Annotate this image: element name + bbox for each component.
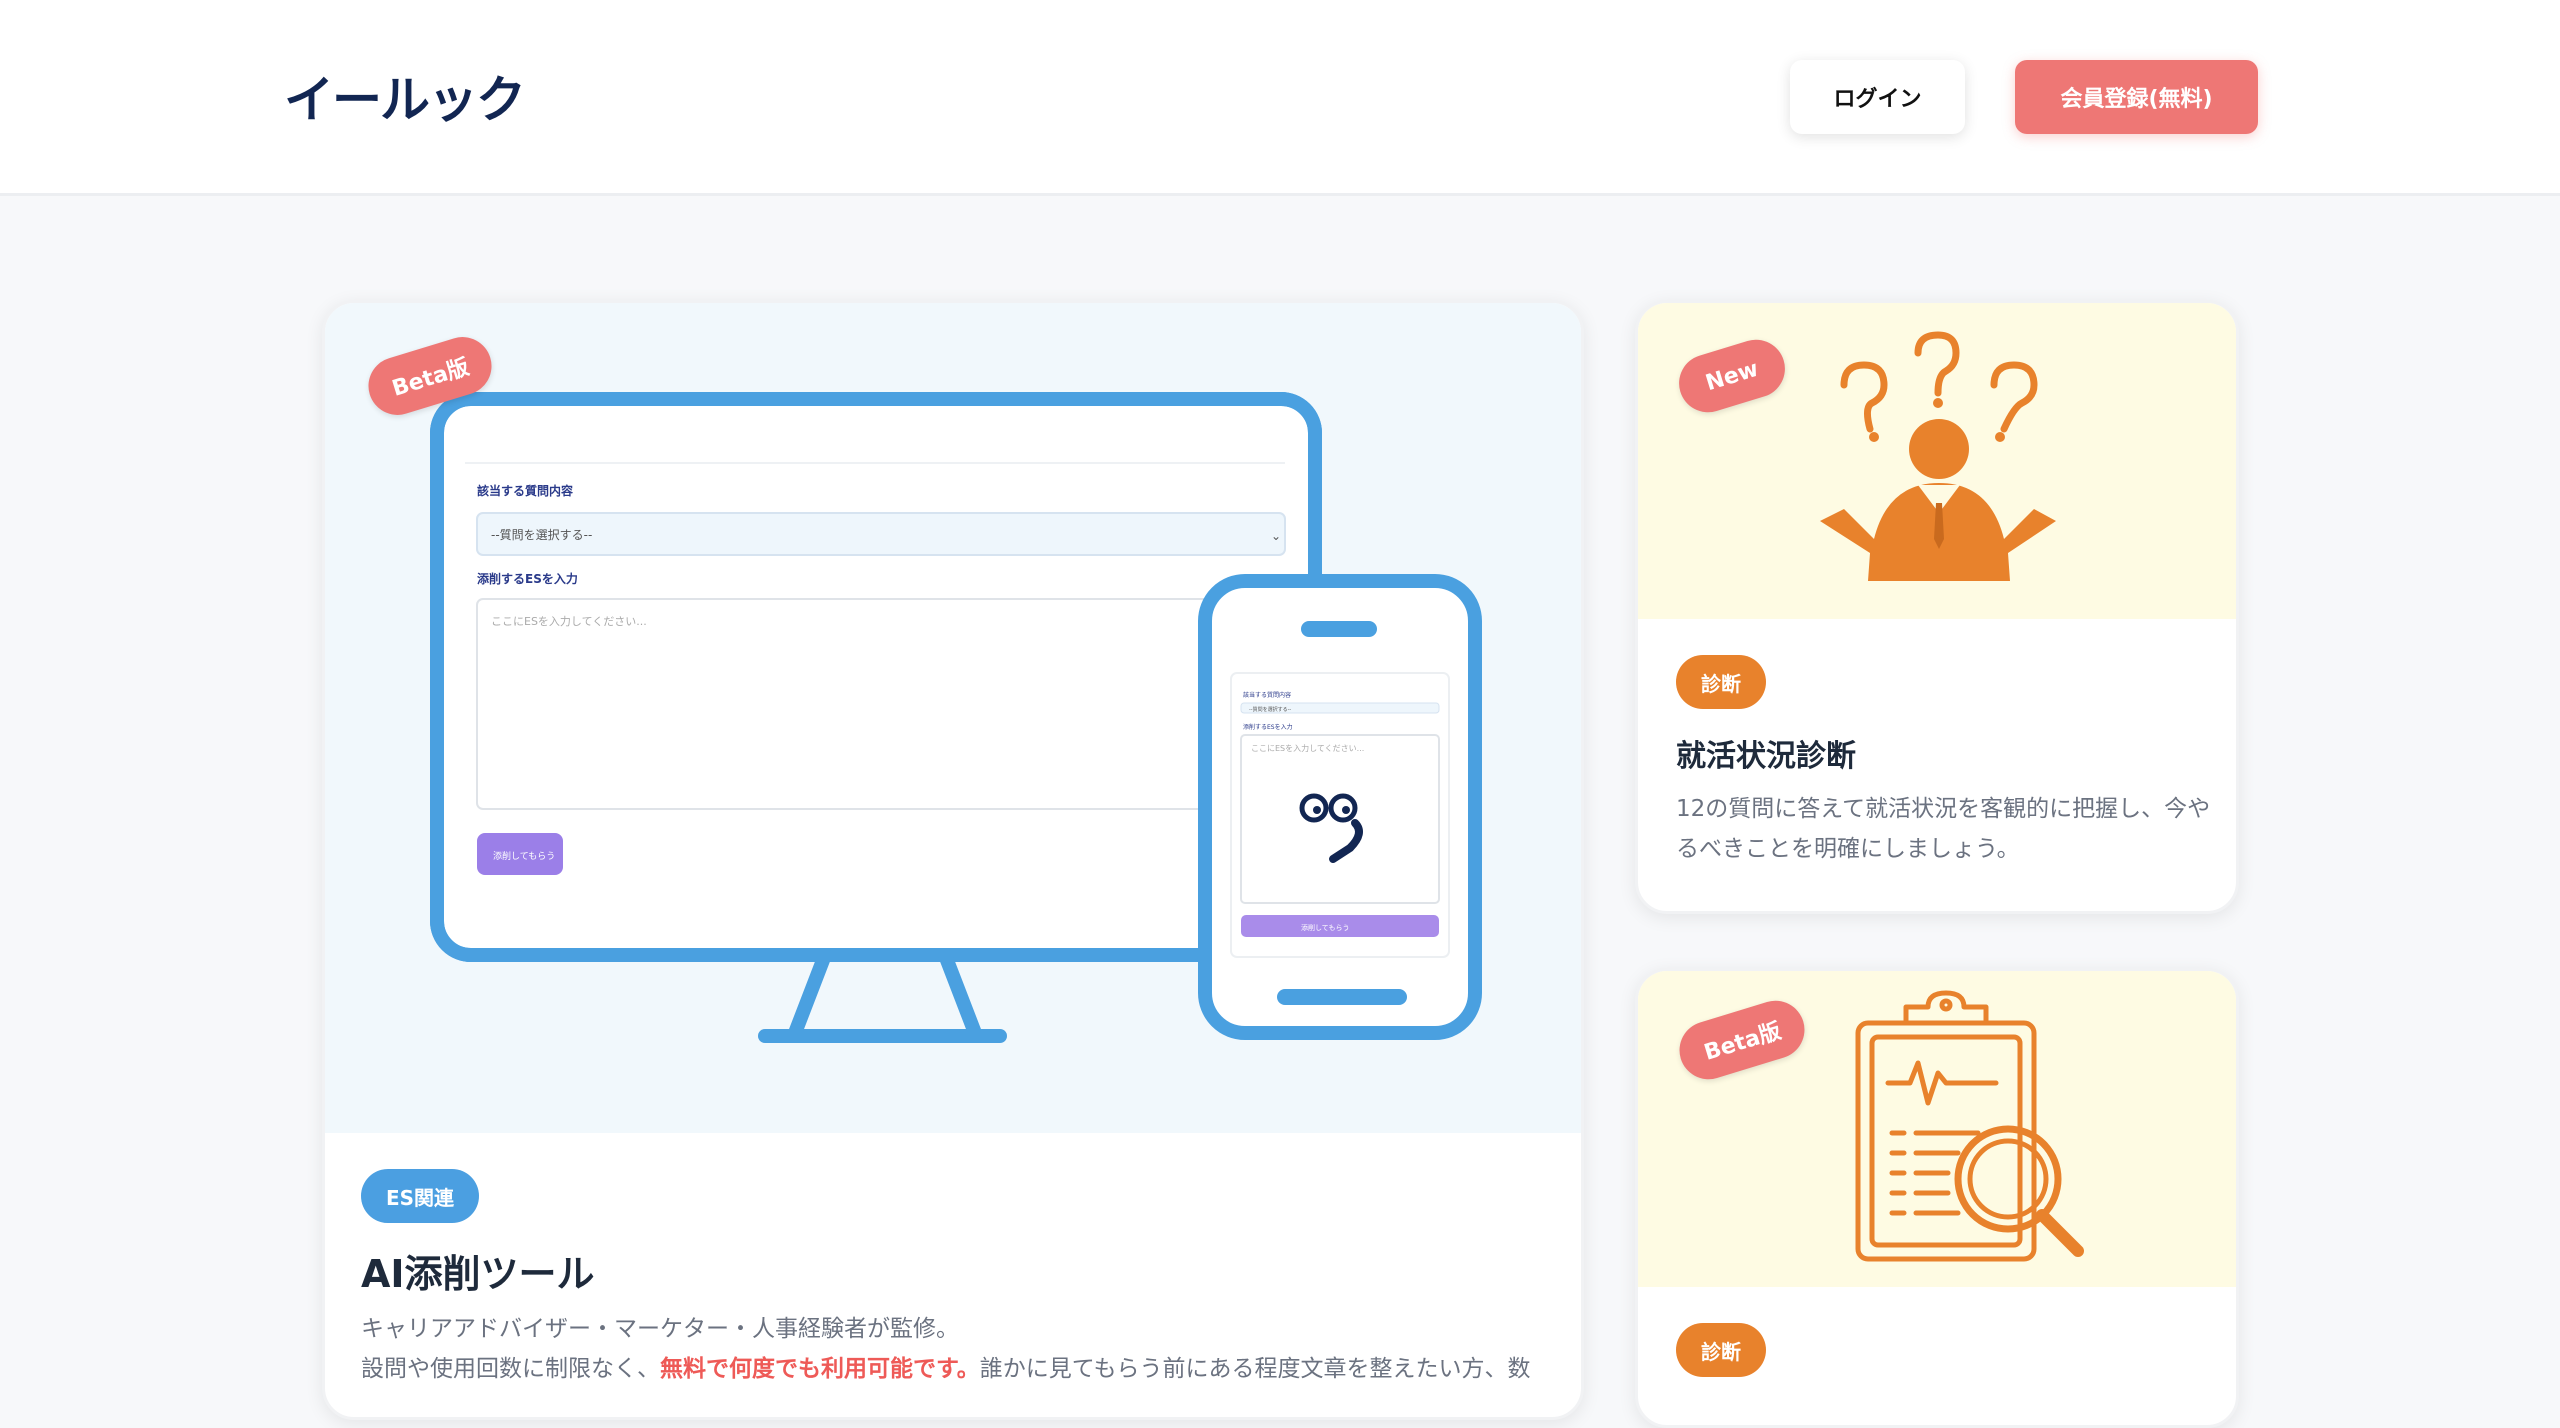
card-media: New — [1638, 303, 2236, 619]
login-button[interactable]: ログイン — [1790, 60, 1965, 134]
mockup-textarea: ここにESを入力してください... — [491, 615, 647, 628]
desc-text-rest: 誰かに見てもらう前にある程度文章を整えたい方、数 — [979, 1356, 1531, 1382]
monitor-phone-illustration: 該当する質問内容 --質問を選択する-- ⌄ 添削するESを入力 ここにESを入… — [430, 392, 1482, 1043]
mockup-select: --質問を選択する-- — [491, 527, 592, 542]
mockup-es-label: 添削するESを入力 — [477, 571, 578, 586]
mobile-question-label: 該当する質問内容 — [1243, 691, 1291, 699]
mobile-textarea: ここにESを入力してください... — [1251, 743, 1364, 753]
logo-text: イールック — [284, 71, 526, 129]
card-title: AI添削ツール — [361, 1252, 595, 1296]
desc-line-2: 設問や使用回数に制限なく、無料で何度でも利用可能です。誰かに見てもらう前にある程… — [361, 1349, 1551, 1389]
card-media: 該当する質問内容 --質問を選択する-- ⌄ 添削するESを入力 ここにESを入… — [325, 303, 1581, 1133]
mobile-select: --質問を選択する-- — [1249, 706, 1291, 713]
ai-correction-tool-card[interactable]: 該当する質問内容 --質問を選択する-- ⌄ 添削するESを入力 ここにESを入… — [322, 300, 1584, 1420]
desc-highlight: 無料で何度でも利用可能です。 — [660, 1356, 980, 1382]
register-button[interactable]: 会員登録(無料) — [2015, 60, 2258, 134]
category-tag: 診断 — [1676, 655, 1766, 709]
card-description: 12の質問に答えて就活状況を客観的に把握し、今やるべきことを明確にしましょう。 — [1676, 796, 2211, 862]
mockup-question-label: 該当する質問内容 — [477, 483, 573, 498]
diagnosis-card-2[interactable]: Beta版 診断 — [1635, 968, 2239, 1428]
card-description: キャリアアドバイザー・マーケター・人事経験者が監修。 設問や使用回数に制限なく、… — [361, 1309, 1551, 1389]
desc-line-1: キャリアアドバイザー・マーケター・人事経験者が監修。 — [361, 1316, 959, 1342]
mobile-submit: 添削してもらう — [1301, 923, 1349, 932]
site-header: イールック ログイン 会員登録(無料) — [0, 0, 2560, 196]
svg-text:⌄: ⌄ — [1271, 529, 1281, 543]
card-title: 就活状況診断 — [1676, 739, 1856, 774]
mobile-es-label: 添削するESを入力 — [1243, 723, 1293, 731]
site-logo[interactable]: イールック — [284, 66, 526, 129]
mockup-submit: 添削してもらう — [493, 850, 555, 862]
desc-text: 設問や使用回数に制限なく、 — [361, 1356, 660, 1382]
category-tag: 診断 — [1676, 1323, 1766, 1377]
job-hunting-status-card[interactable]: New 診断 就活状況診断 12の質問に答えて就活状況を客観的に把握し、今やるべ… — [1635, 300, 2239, 914]
category-tag: ES関連 — [361, 1169, 479, 1223]
card-media: Beta版 — [1638, 971, 2236, 1287]
